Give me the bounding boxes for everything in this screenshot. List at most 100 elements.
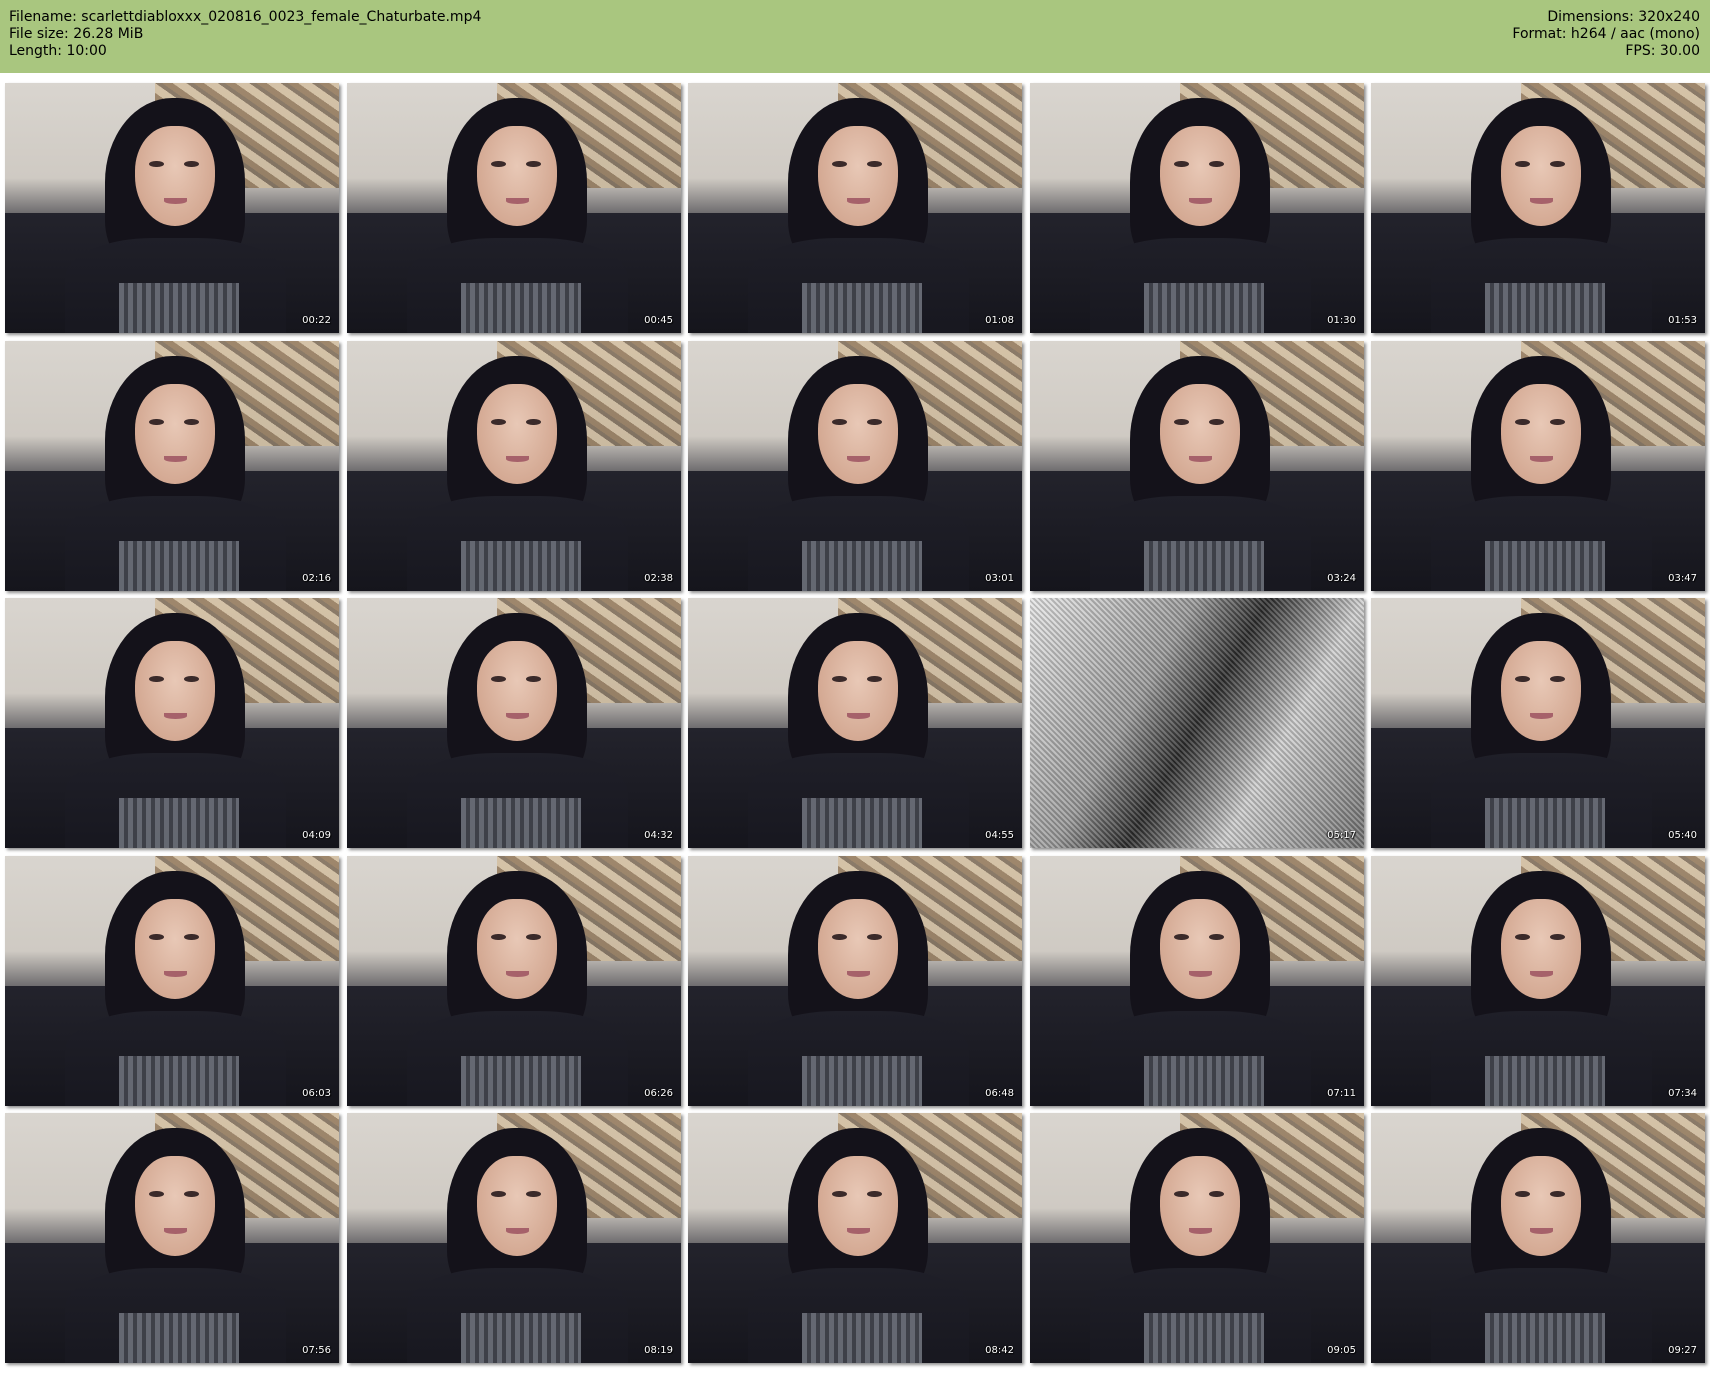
- timestamp-label: 09:27: [1668, 1345, 1697, 1356]
- thumbnail-frame: 08:19: [347, 1113, 681, 1363]
- face: [1160, 1155, 1241, 1256]
- right-eye: [525, 160, 541, 167]
- mouth: [505, 713, 530, 719]
- shirt-print: [1484, 283, 1605, 333]
- mouth: [1529, 971, 1554, 977]
- right-eye: [183, 418, 199, 425]
- mouth: [1188, 1228, 1213, 1234]
- left-eye: [1514, 933, 1530, 940]
- thumbnail-frame: 07:11: [1030, 856, 1364, 1106]
- left-eye: [831, 675, 847, 682]
- mouth: [1188, 456, 1213, 462]
- mouth: [163, 971, 188, 977]
- right-eye: [1549, 675, 1565, 682]
- thumbnail-frame: 01:30: [1030, 83, 1364, 333]
- shirt-print: [460, 1313, 581, 1363]
- face: [135, 125, 216, 226]
- thumbnail-frame: 06:26: [347, 856, 681, 1106]
- filename-text: Filename: scarlettdiabloxxx_020816_0023_…: [9, 9, 482, 25]
- mouth: [846, 1228, 871, 1234]
- info-header: Filename: scarlettdiabloxxx_020816_0023_…: [0, 0, 1710, 73]
- timestamp-label: 08:42: [985, 1345, 1014, 1356]
- thumbnail-frame: 06:48: [688, 856, 1022, 1106]
- face: [135, 383, 216, 484]
- mouth: [505, 456, 530, 462]
- right-eye: [866, 933, 882, 940]
- face: [1160, 898, 1241, 999]
- right-eye: [866, 418, 882, 425]
- left-eye: [148, 1190, 164, 1197]
- thumbnail-frame: 05:40: [1371, 598, 1705, 848]
- left-eye: [1514, 160, 1530, 167]
- mouth: [163, 456, 188, 462]
- mouth: [505, 971, 530, 977]
- right-eye: [525, 418, 541, 425]
- right-eye: [1208, 418, 1224, 425]
- thumbnail-frame: 08:42: [688, 1113, 1022, 1363]
- face: [135, 898, 216, 999]
- face: [1501, 640, 1582, 741]
- left-eye: [1514, 675, 1530, 682]
- shirt-print: [801, 541, 922, 591]
- face: [1501, 898, 1582, 999]
- timestamp-label: 04:55: [985, 830, 1014, 841]
- face: [1501, 1155, 1582, 1256]
- thumbnail-frame: 04:32: [347, 598, 681, 848]
- shirt-print: [118, 541, 239, 591]
- face: [1501, 125, 1582, 226]
- face: [1160, 125, 1241, 226]
- mouth: [505, 1228, 530, 1234]
- shirt-print: [1143, 1313, 1264, 1363]
- mouth: [163, 1228, 188, 1234]
- left-eye: [1173, 418, 1189, 425]
- left-eye: [490, 1190, 506, 1197]
- face: [477, 125, 558, 226]
- left-eye: [831, 1190, 847, 1197]
- mouth: [1529, 1228, 1554, 1234]
- face: [818, 640, 899, 741]
- left-eye: [1173, 160, 1189, 167]
- length-text: Length: 10:00: [9, 43, 107, 59]
- face: [1160, 383, 1241, 484]
- left-eye: [490, 675, 506, 682]
- right-eye: [1549, 160, 1565, 167]
- timestamp-label: 06:48: [985, 1088, 1014, 1099]
- thumbnail-frame: 01:53: [1371, 83, 1705, 333]
- right-eye: [183, 675, 199, 682]
- mouth: [1529, 713, 1554, 719]
- mouth: [505, 198, 530, 204]
- mouth: [1188, 971, 1213, 977]
- shirt-print: [801, 1056, 922, 1106]
- timestamp-label: 03:01: [985, 573, 1014, 584]
- right-eye: [183, 1190, 199, 1197]
- shirt-print: [1143, 1056, 1264, 1106]
- shirt-print: [460, 798, 581, 848]
- timestamp-label: 04:09: [302, 830, 331, 841]
- closeup-image: [1030, 598, 1364, 848]
- shirt-print: [118, 798, 239, 848]
- shirt-print: [801, 283, 922, 333]
- shirt-print: [1143, 541, 1264, 591]
- face: [818, 125, 899, 226]
- shirt-print: [118, 1313, 239, 1363]
- thumbnail-frame: 02:38: [347, 341, 681, 591]
- mouth: [1529, 198, 1554, 204]
- timestamp-label: 05:17: [1327, 830, 1356, 841]
- face: [135, 640, 216, 741]
- shirt-print: [1484, 541, 1605, 591]
- mouth: [163, 198, 188, 204]
- timestamp-label: 06:26: [644, 1088, 673, 1099]
- right-eye: [866, 675, 882, 682]
- timestamp-label: 02:16: [302, 573, 331, 584]
- face: [477, 640, 558, 741]
- thumbnail-frame: 07:34: [1371, 856, 1705, 1106]
- right-eye: [866, 160, 882, 167]
- face: [818, 383, 899, 484]
- right-eye: [525, 1190, 541, 1197]
- thumbnail-frame: 05:17: [1030, 598, 1364, 848]
- timestamp-label: 09:05: [1327, 1345, 1356, 1356]
- timestamp-label: 02:38: [644, 573, 673, 584]
- file-size-text: File size: 26.28 MiB: [9, 26, 144, 42]
- timestamp-label: 00:22: [302, 315, 331, 326]
- right-eye: [1549, 933, 1565, 940]
